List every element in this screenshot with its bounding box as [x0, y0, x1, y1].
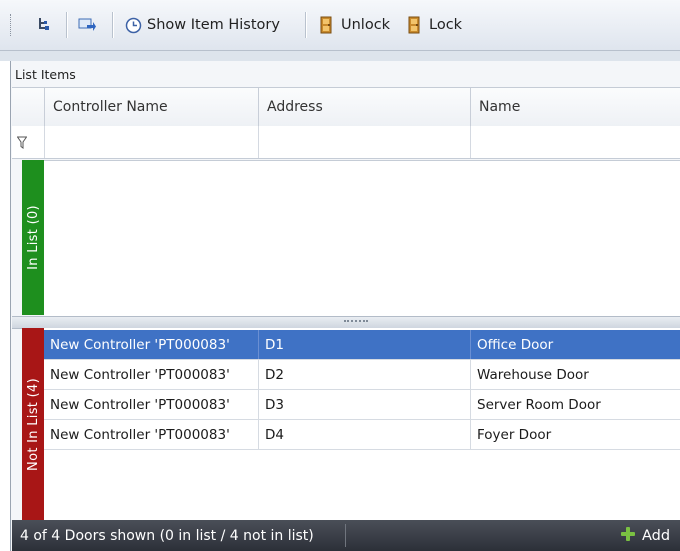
cell-controller-name: New Controller 'PT000083' [50, 396, 230, 413]
cell-name: Server Room Door [470, 390, 680, 419]
grid-header: Controller Name Address Name [12, 87, 680, 127]
in-list-group-label: In List (0) [25, 205, 41, 270]
plus-icon [620, 526, 636, 546]
status-separator [345, 524, 346, 547]
column-header-address[interactable]: Address [258, 88, 470, 126]
panel-title: List Items [15, 67, 76, 82]
show-item-history-button[interactable]: Show Item History [124, 12, 280, 38]
clock-icon [124, 16, 142, 34]
status-summary: 4 of 4 Doors shown (0 in list / 4 not in… [20, 527, 314, 544]
tree-view-button[interactable] [36, 12, 54, 38]
cell-address: D3 [258, 390, 470, 419]
in-list-area [44, 160, 680, 316]
table-row[interactable]: New Controller 'PT000083' D1 Office Door [44, 330, 680, 360]
lock-label: Lock [429, 17, 463, 33]
cell-name: Office Door [470, 330, 680, 359]
toolbar-grip[interactable] [10, 14, 13, 36]
column-header-name[interactable]: Name [470, 88, 680, 126]
door-lock-icon [406, 16, 424, 34]
cell-address: D2 [258, 360, 470, 389]
export-arrow-icon [78, 16, 96, 34]
show-item-history-label: Show Item History [147, 17, 280, 33]
tree-icon [36, 16, 54, 34]
table-row[interactable]: New Controller 'PT000083' D3 Server Room… [44, 390, 680, 420]
add-label: Add [642, 527, 671, 544]
unlock-label: Unlock [341, 17, 391, 33]
header-indicator-cell [12, 88, 44, 126]
filter-row [12, 126, 680, 159]
column-header-controller-name[interactable]: Controller Name [44, 88, 258, 126]
door-unlock-icon [318, 16, 336, 34]
not-in-list-group-label: Not In List (4) [25, 377, 41, 471]
cell-controller-name: New Controller 'PT000083' [50, 366, 230, 383]
filter-name[interactable] [470, 126, 680, 158]
cell-controller-name: New Controller 'PT000083' [50, 336, 230, 353]
table-row[interactable]: New Controller 'PT000083' D2 Warehouse D… [44, 360, 680, 390]
toolbar-separator-band [0, 51, 680, 61]
filter-icon[interactable] [17, 136, 27, 150]
toolbar: Show Item History Unlock Lock [0, 0, 680, 51]
cell-address: D1 [258, 330, 470, 359]
export-button[interactable] [78, 12, 96, 38]
splitter-grip [344, 320, 368, 324]
cell-name: Foyer Door [470, 420, 680, 449]
cell-controller-name: New Controller 'PT000083' [50, 426, 230, 443]
lock-button[interactable]: Lock [406, 12, 462, 38]
filter-address[interactable] [258, 126, 470, 158]
not-in-list-group-bar[interactable]: Not In List (4) [22, 328, 44, 520]
add-button[interactable]: Add [620, 520, 670, 551]
table-row[interactable]: New Controller 'PT000083' D4 Foyer Door [44, 420, 680, 450]
status-bar: 4 of 4 Doors shown (0 in list / 4 not in… [12, 520, 680, 551]
cell-name: Warehouse Door [470, 360, 680, 389]
unlock-button[interactable]: Unlock [318, 12, 390, 38]
in-list-group-bar[interactable]: In List (0) [22, 160, 44, 315]
filter-controller-name[interactable] [44, 126, 258, 158]
cell-address: D4 [258, 420, 470, 449]
